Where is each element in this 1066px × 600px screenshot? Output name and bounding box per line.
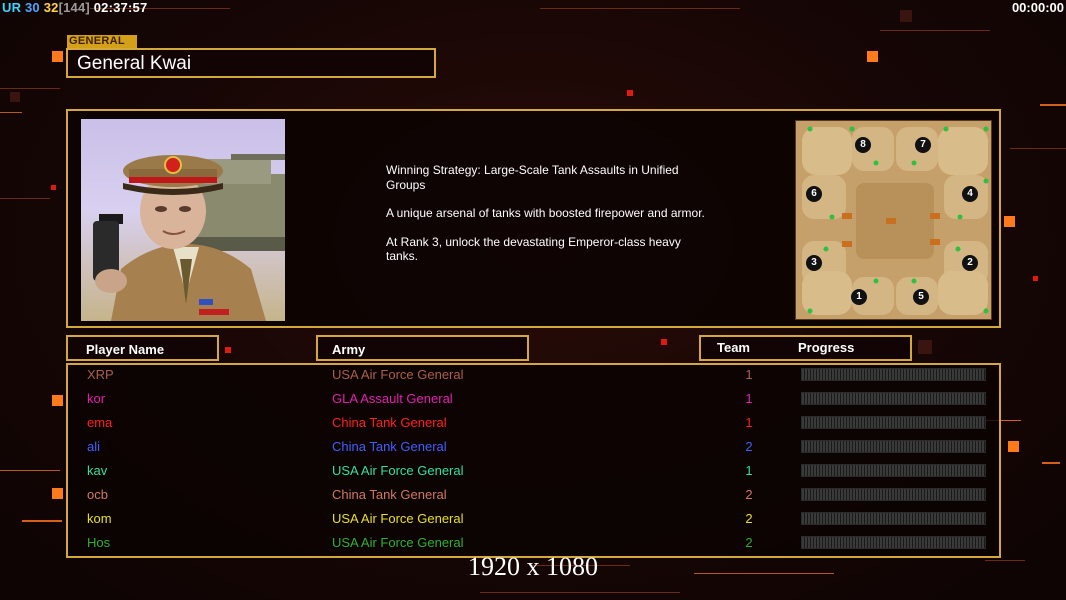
player-row: ocb China Tank General 2 — [68, 487, 999, 511]
player-row: ali China Tank General 2 — [68, 439, 999, 463]
player-name: Hos — [87, 535, 111, 550]
hud-value-3: 32 — [43, 0, 59, 15]
start-position-1: 1 — [851, 289, 867, 305]
header-player-label: Player Name — [86, 342, 165, 357]
player-name: kor — [87, 391, 106, 406]
map-terrain — [796, 121, 991, 319]
players-table: XRP USA Air Force General 1 kor GLA Assault … — [66, 363, 1001, 558]
player-name: XRP — [87, 367, 114, 382]
player-team: 2 — [745, 511, 753, 526]
general-name: General Kwai — [77, 53, 192, 74]
player-team: 2 — [745, 439, 753, 454]
player-progress-bar — [801, 416, 986, 429]
header-army-label: Army — [332, 342, 366, 357]
player-progress-bar — [801, 512, 986, 525]
player-army: China Tank General — [332, 415, 447, 430]
general-info-panel: Winning Strategy: Large-Scale Tank Assau… — [66, 109, 1001, 328]
player-army: USA Air Force General — [332, 463, 464, 478]
hud-stats: UR 30 32[144] 02:37:57 — [2, 0, 147, 15]
player-progress-bar — [801, 536, 986, 549]
player-army: USA Air Force General — [332, 535, 464, 550]
player-team: 1 — [745, 463, 753, 478]
hud-timer: 00:00:00 — [1011, 0, 1064, 15]
hud-fps: 30 — [25, 0, 40, 15]
start-position-6: 6 — [806, 186, 822, 202]
hud-clock: 02:37:57 — [93, 0, 148, 15]
player-row: ema China Tank General 1 — [68, 415, 999, 439]
description-line-2: A unique arsenal of tanks with boosted f… — [386, 206, 705, 220]
player-name: ocb — [87, 487, 108, 502]
player-army: USA Air Force General — [332, 511, 464, 526]
player-progress-bar — [801, 488, 986, 501]
hud-value-4: [144] — [58, 0, 90, 15]
player-progress-bar — [801, 392, 986, 405]
general-portrait-image — [93, 154, 285, 321]
header-progress-label: Progress — [798, 340, 855, 355]
description-line-1: Winning Strategy: Large-Scale Tank Assau… — [386, 163, 679, 192]
player-row: kom USA Air Force General 2 — [68, 511, 999, 535]
player-army: GLA Assault General — [332, 391, 453, 406]
player-army: China Tank General — [332, 439, 447, 454]
player-team: 2 — [745, 535, 753, 550]
general-portrait — [81, 119, 285, 321]
player-team: 1 — [745, 415, 753, 430]
player-progress-bar — [801, 464, 986, 477]
player-army: USA Air Force General — [332, 367, 464, 382]
hud-ur-label: UR — [2, 0, 22, 15]
player-progress-bar — [801, 440, 986, 453]
header-player-name: Player Name — [66, 335, 219, 361]
start-position-8: 8 — [855, 137, 871, 153]
start-position-3: 3 — [806, 255, 822, 271]
player-team: 2 — [745, 487, 753, 502]
player-team: 1 — [745, 367, 753, 382]
player-name: kav — [87, 463, 108, 478]
player-row: XRP USA Air Force General 1 — [68, 367, 999, 391]
player-row: kor GLA Assault General 1 — [68, 391, 999, 415]
player-row: kav USA Air Force General 1 — [68, 463, 999, 487]
player-team: 1 — [745, 391, 753, 406]
general-tag: GENERAL — [67, 35, 137, 48]
header-team-progress: Team Progress — [699, 335, 912, 361]
player-name: kom — [87, 511, 112, 526]
header-army: Army — [316, 335, 529, 361]
description-line-3: At Rank 3, unlock the devastating Empero… — [386, 234, 681, 264]
start-position-5: 5 — [913, 289, 929, 305]
start-position-4: 4 — [962, 186, 978, 202]
header-team-label: Team — [717, 340, 750, 355]
general-title-box: General Kwai — [66, 48, 436, 78]
map-preview: 8 7 6 4 3 2 1 5 — [795, 120, 992, 320]
start-position-2: 2 — [962, 255, 978, 271]
start-position-7: 7 — [915, 137, 931, 153]
player-name: ema — [87, 415, 113, 430]
player-army: China Tank General — [332, 487, 447, 502]
player-progress-bar — [801, 368, 986, 381]
general-description: Winning Strategy: Large-Scale Tank Assau… — [386, 163, 706, 278]
resolution-label: 1920 x 1080 — [468, 552, 598, 581]
player-name: ali — [87, 439, 101, 454]
